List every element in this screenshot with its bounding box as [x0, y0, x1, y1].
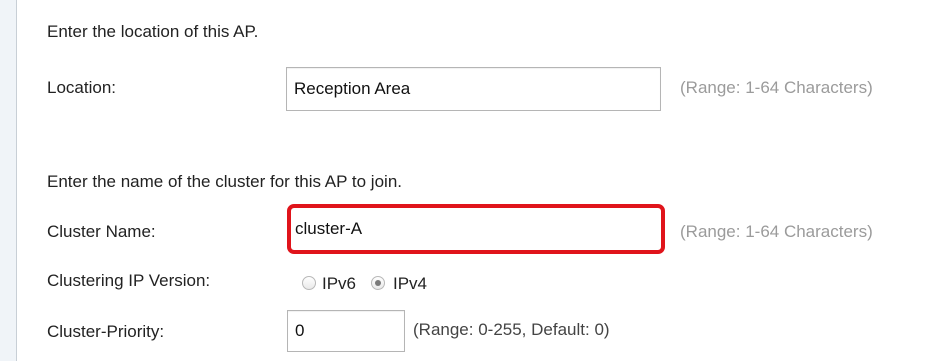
cluster-name-range-hint: (Range: 1-64 Characters) [680, 222, 873, 241]
ipv6-radio[interactable] [302, 276, 316, 290]
location-input[interactable] [286, 67, 661, 111]
cluster-name-label: Cluster Name: [47, 222, 156, 241]
cluster-priority-range-hint: (Range: 0-255, Default: 0) [413, 320, 610, 339]
settings-panel: Enter the location of this AP. Location:… [16, 0, 951, 361]
location-instruction: Enter the location of this AP. [47, 22, 259, 41]
location-label: Location: [47, 78, 116, 97]
cluster-priority-label: Cluster-Priority: [47, 322, 165, 341]
location-range-hint: (Range: 1-64 Characters) [680, 78, 873, 97]
ipv4-option-label: IPv4 [393, 274, 428, 293]
ipv4-radio[interactable] [371, 276, 385, 290]
cluster-name-input[interactable] [287, 204, 665, 254]
cluster-priority-input[interactable] [287, 310, 405, 352]
ipv6-option-label: IPv6 [322, 274, 357, 293]
ip-version-label: Clustering IP Version: [47, 271, 211, 290]
cluster-instruction: Enter the name of the cluster for this A… [47, 172, 402, 191]
